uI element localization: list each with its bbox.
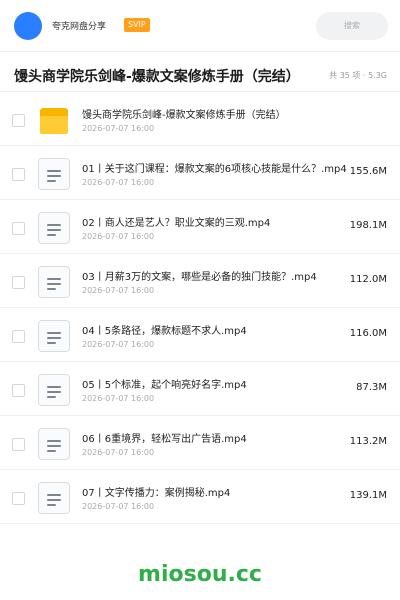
svip-badge: SVIP	[124, 18, 150, 32]
search-button[interactable]: 搜索	[316, 12, 388, 40]
list-item[interactable]: 06丨6重境界，轻松写出广告语.mp4 2026-07-07 16:00 113…	[0, 416, 400, 470]
header-bar: 夸克网盘分享 SVIP 搜索	[0, 0, 400, 52]
list-item[interactable]: 03丨月薪3万的文案，哪些是必备的独门技能？.mp4 2026-07-07 16…	[0, 254, 400, 308]
list-item[interactable]: 01丨关于这门课程：爆款文案的6项核心技能是什么？.mp4 2026-07-07…	[0, 146, 400, 200]
document-icon	[38, 374, 70, 406]
row-checkbox[interactable]	[12, 438, 25, 451]
file-size: 155.6M	[349, 166, 387, 177]
file-date: 2026-07-07 16:00	[82, 178, 155, 187]
file-name: 02丨商人还是艺人？职业文案的三观.mp4	[82, 218, 271, 229]
file-size: 113.2M	[349, 436, 387, 447]
row-checkbox[interactable]	[12, 168, 25, 181]
file-date: 2026-07-07 16:00	[82, 124, 155, 133]
row-checkbox[interactable]	[12, 276, 25, 289]
file-name: 馒头商学院乐剑峰-爆款文案修炼手册（完结）	[82, 110, 286, 121]
list-item[interactable]: 02丨商人还是艺人？职业文案的三观.mp4 2026-07-07 16:00 1…	[0, 200, 400, 254]
item-count: 共 35 项 · 5.3G	[329, 71, 387, 80]
file-name: 05丨5个标准，起个响亮好名字.mp4	[82, 380, 247, 391]
document-icon	[38, 212, 70, 244]
folder-title-bar: 馒头商学院乐剑峰-爆款文案修炼手册（完结） 共 35 项 · 5.3G	[0, 58, 400, 92]
document-icon	[38, 482, 70, 514]
row-checkbox[interactable]	[12, 114, 25, 127]
file-name: 03丨月薪3万的文案，哪些是必备的独门技能？.mp4	[82, 272, 317, 283]
avatar[interactable]	[14, 12, 42, 40]
user-name[interactable]: 夸克网盘分享	[52, 19, 106, 32]
file-date: 2026-07-07 16:00	[82, 232, 155, 241]
row-checkbox[interactable]	[12, 384, 25, 397]
file-size: 112.0M	[349, 274, 387, 285]
row-checkbox[interactable]	[12, 492, 25, 505]
list-item[interactable]: 04丨5条路径，爆款标题不求人.mp4 2026-07-07 16:00 116…	[0, 308, 400, 362]
file-size: 198.1M	[349, 220, 387, 231]
watermark-text: miosou.cc	[138, 562, 262, 587]
file-date: 2026-07-07 16:00	[82, 394, 155, 403]
list-item[interactable]: 07丨文字传播力：案例揭秘.mp4 2026-07-07 16:00 139.1…	[0, 470, 400, 524]
document-icon	[38, 266, 70, 298]
document-icon	[38, 158, 70, 190]
file-date: 2026-07-07 16:00	[82, 340, 155, 349]
list-item[interactable]: 05丨5个标准，起个响亮好名字.mp4 2026-07-07 16:00 87.…	[0, 362, 400, 416]
file-name: 07丨文字传播力：案例揭秘.mp4	[82, 488, 231, 499]
document-icon	[38, 320, 70, 352]
file-size: 116.0M	[349, 328, 387, 339]
file-size: 87.3M	[356, 382, 387, 393]
file-size: 139.1M	[349, 490, 387, 501]
folder-icon	[40, 108, 68, 134]
file-name: 04丨5条路径，爆款标题不求人.mp4	[82, 326, 247, 337]
page-title: 馒头商学院乐剑峰-爆款文案修炼手册（完结）	[14, 69, 300, 85]
file-date: 2026-07-07 16:00	[82, 448, 155, 457]
row-checkbox[interactable]	[12, 330, 25, 343]
file-date: 2026-07-07 16:00	[82, 502, 155, 511]
file-name: 06丨6重境界，轻松写出广告语.mp4	[82, 434, 247, 445]
list-item-folder[interactable]: 馒头商学院乐剑峰-爆款文案修炼手册（完结） 2026-07-07 16:00	[0, 92, 400, 146]
file-date: 2026-07-07 16:00	[82, 286, 155, 295]
document-icon	[38, 428, 70, 460]
row-checkbox[interactable]	[12, 222, 25, 235]
file-name: 01丨关于这门课程：爆款文案的6项核心技能是什么？.mp4	[82, 164, 347, 175]
